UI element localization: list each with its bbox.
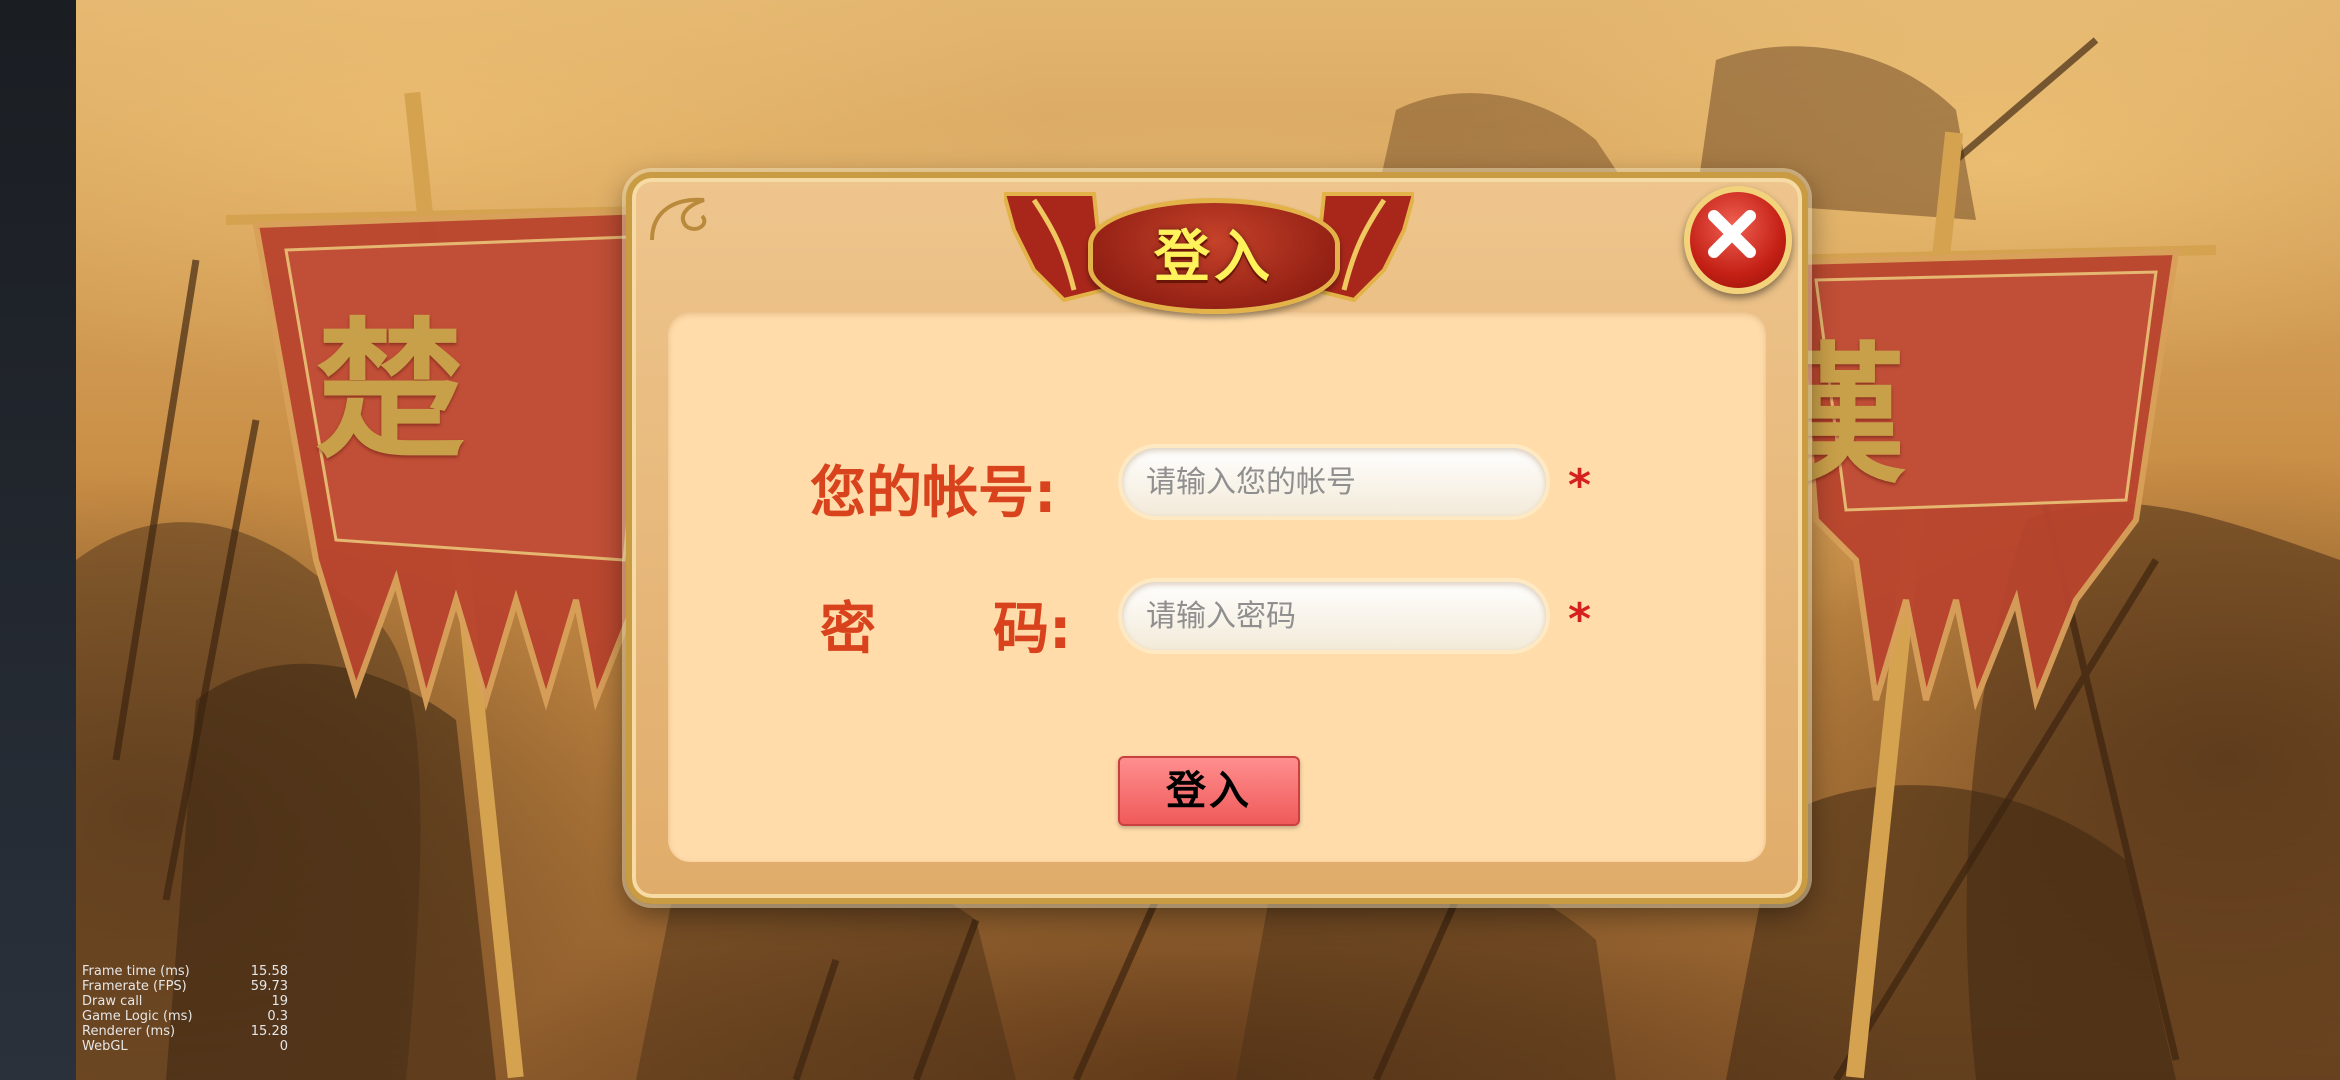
stats-row: Framerate (FPS) 59.73 bbox=[82, 979, 288, 994]
stat-label: Renderer (ms) bbox=[82, 1024, 176, 1039]
banner-chu-text: 楚 bbox=[315, 303, 466, 479]
password-label: 密 码: bbox=[820, 597, 1072, 662]
stat-label: Framerate (FPS) bbox=[82, 979, 187, 994]
stat-label: Draw call bbox=[82, 994, 143, 1009]
stat-value: 0.3 bbox=[267, 1009, 288, 1024]
stat-value: 15.58 bbox=[250, 964, 288, 979]
account-input[interactable] bbox=[1122, 448, 1546, 516]
stats-row: Frame time (ms) 15.58 bbox=[82, 964, 288, 979]
login-button[interactable]: 登入 bbox=[1118, 756, 1300, 826]
title-ribbon: 登入 bbox=[1001, 190, 1417, 320]
system-edge-bar bbox=[0, 0, 76, 1080]
corner-ornament-icon bbox=[650, 197, 707, 241]
stat-label: WebGL bbox=[82, 1039, 128, 1054]
password-input[interactable] bbox=[1122, 582, 1546, 650]
close-icon bbox=[1708, 210, 1756, 258]
performance-stats: Frame time (ms) 15.58 Framerate (FPS) 59… bbox=[82, 964, 288, 1054]
dialog-title: 登入 bbox=[1154, 225, 1274, 290]
stats-row: Game Logic (ms) 0.3 bbox=[82, 1009, 288, 1024]
close-button[interactable] bbox=[1684, 186, 1792, 294]
stat-value: 19 bbox=[271, 994, 288, 1009]
stat-value: 0 bbox=[279, 1039, 288, 1054]
stat-label: Game Logic (ms) bbox=[82, 1009, 193, 1024]
stat-value: 15.28 bbox=[250, 1024, 288, 1039]
stats-row: Renderer (ms) 15.28 bbox=[82, 1024, 288, 1039]
game-screen: 楚 漢 登入 您的帐号: * 密 码: * 登入 bbox=[0, 0, 2340, 1080]
stats-row: WebGL 0 bbox=[82, 1039, 288, 1054]
account-label: 您的帐号: bbox=[810, 461, 1057, 526]
stat-value: 59.73 bbox=[250, 979, 288, 994]
stats-row: Draw call 19 bbox=[82, 994, 288, 1009]
required-marker: * bbox=[1568, 594, 1592, 645]
stat-label: Frame time (ms) bbox=[82, 964, 190, 979]
required-marker: * bbox=[1568, 460, 1592, 511]
